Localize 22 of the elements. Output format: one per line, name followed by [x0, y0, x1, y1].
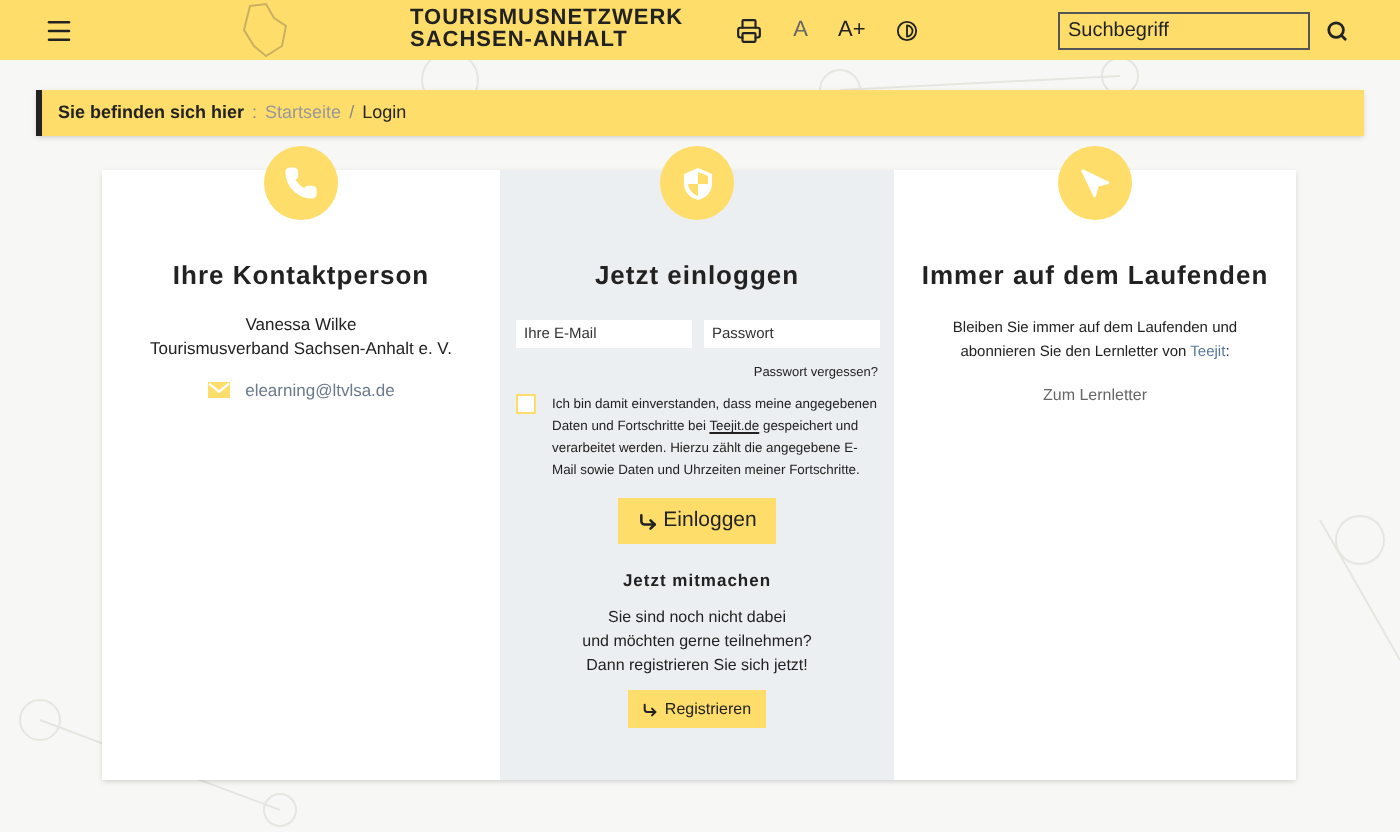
contact-name: Vanessa Wilke	[245, 311, 357, 337]
join-title: Jetzt mitmachen	[622, 568, 772, 594]
brand-title: TOURISMUSNETZWERK	[410, 8, 684, 30]
breadcrumb-link[interactable]: Login	[362, 99, 407, 127]
font-normal-button[interactable]: A	[793, 13, 808, 47]
login-button[interactable]: Einloggen	[618, 498, 776, 545]
contact-organization: Tourismusverband Sachsen-Anhalt e. V.	[150, 336, 452, 362]
search-field[interactable]: Suchbegriff	[1058, 11, 1310, 49]
brand-subtitle: SACHSEN-ANHALT	[410, 30, 630, 52]
join-text: Dann registrieren Sie sich jetzt!	[586, 654, 808, 678]
newsletter-link[interactable]: Zum Lernletter	[1042, 383, 1148, 407]
login-title: Jetzt einloggen	[594, 258, 800, 294]
breadcrumb-separator: :	[252, 99, 258, 126]
contact-title: Ihre Kontaktperson	[172, 258, 430, 294]
breadcrumb-label: Sie befinden sich hier	[58, 99, 245, 126]
join-text: Sie sind noch nicht dabei	[608, 606, 786, 630]
join-text: und möchten gerne teilnehmen?	[582, 630, 812, 654]
email-link[interactable]: elearning@ltvlsa.de	[245, 378, 395, 404]
breadcrumb-separator: /	[349, 99, 355, 126]
newsletter-title: Immer auf dem Laufenden	[921, 258, 1269, 294]
register-button[interactable]: Registrieren	[628, 690, 766, 728]
font-larger-button[interactable]: A+	[837, 13, 866, 47]
